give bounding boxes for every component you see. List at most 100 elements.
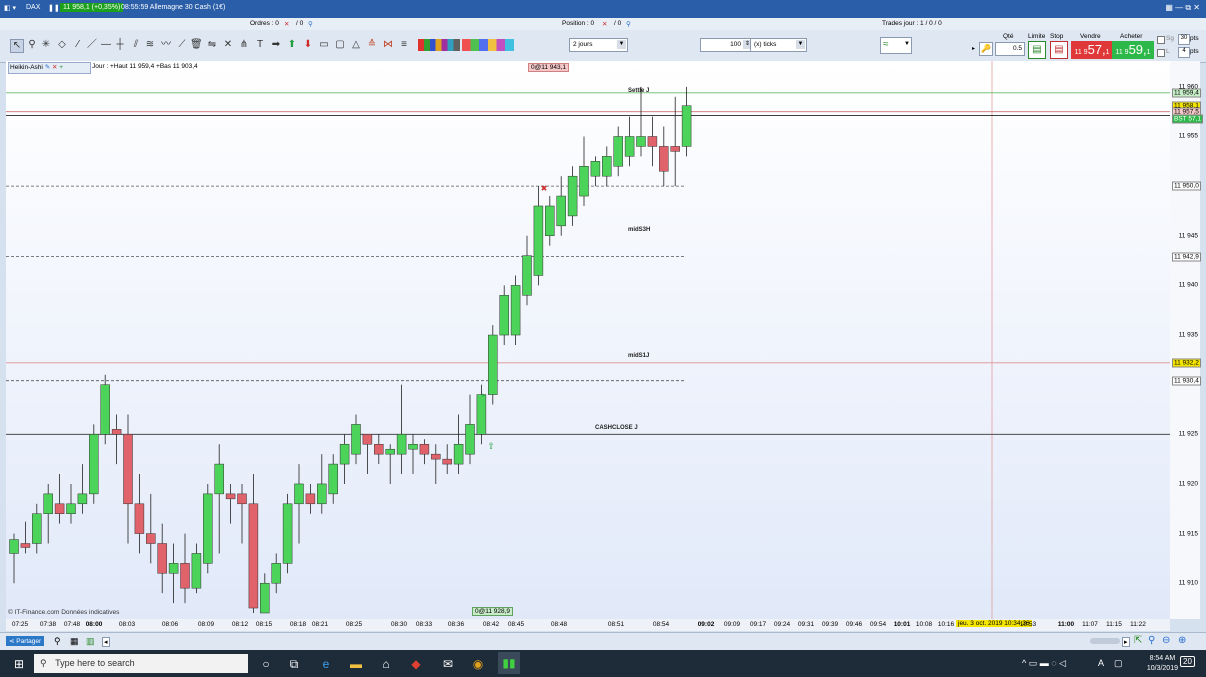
indicator-selector[interactable]: Heikin-Ashi ✎ ✕ + <box>8 62 91 74</box>
l-checkbox[interactable] <box>1157 49 1165 57</box>
edit-icon[interactable]: ✎ <box>45 64 50 71</box>
zoom-fit-icon[interactable]: ⚲ <box>1148 635 1155 646</box>
channel-icon[interactable]: ⫽ <box>130 39 142 51</box>
candle-body <box>43 493 53 514</box>
signal-icon[interactable]: ≙ <box>366 39 378 51</box>
ticks-unit: (x) ticks <box>754 41 777 48</box>
line-icon[interactable]: ⁄ <box>72 39 84 51</box>
arrow-up-icon[interactable]: ⬆ <box>286 39 298 51</box>
arrow-right-icon[interactable]: ➡ <box>270 39 282 51</box>
top-order-marker[interactable]: 0@11 943,1 <box>528 63 570 72</box>
zoom-icon[interactable]: ⚲ <box>26 39 38 51</box>
style-palette[interactable] <box>462 39 514 51</box>
time-axis[interactable]: jeu. 3 oct. 2019 10:34:36 07:25 07:38 07:4… <box>6 619 1170 631</box>
file-explorer-icon[interactable]: ▬ <box>348 656 364 672</box>
add-icon[interactable]: + <box>59 64 63 71</box>
study-icon[interactable]: ≡ <box>398 39 410 51</box>
system-tray-icons[interactable]: ^ ▭ ▬ ◌ ◁ <box>1022 658 1066 669</box>
ticks-stepper[interactable]: 100 ⇕ <box>700 38 754 52</box>
sell-button[interactable]: 11 957,1 <box>1071 41 1113 59</box>
wave-icon[interactable]: 〰 <box>160 39 172 51</box>
trading-app-icon[interactable]: ▮▮ <box>498 652 520 674</box>
remove-icon[interactable]: ✕ <box>52 64 57 71</box>
edge-icon[interactable]: e <box>318 656 334 672</box>
keyboard-icon[interactable]: ▢ <box>1114 658 1123 669</box>
eraser-icon[interactable]: ◇ <box>56 39 68 51</box>
store-icon[interactable]: ⌂ <box>378 656 394 672</box>
chart-type-select[interactable]: ≈ ▼ <box>880 37 912 54</box>
pattern-icon[interactable]: ⋈ <box>382 39 394 51</box>
share-button[interactable]: ⋖ Partager <box>6 636 45 646</box>
orders-close-icon[interactable]: ✕ <box>284 20 289 28</box>
app-icon[interactable]: ◆ <box>408 656 424 672</box>
bottom-bar: ⋖ Partager ⚲ ▦ ▥ ◂ ▸ ⇱ ⚲ ⊖ ⊕ <box>0 632 1206 651</box>
scroll-left-icon[interactable]: ◂ <box>102 637 110 647</box>
search-placeholder: Type here to search <box>55 658 135 668</box>
qty-input[interactable]: 0.5 <box>995 42 1025 56</box>
stop-order-icon[interactable]: ▤ <box>1050 41 1068 59</box>
cortana-icon[interactable]: ○ <box>258 656 274 672</box>
language-indicator[interactable]: A <box>1098 658 1104 668</box>
buy-button[interactable]: 11 959,1 <box>1112 41 1154 59</box>
color-palette[interactable] <box>418 39 460 51</box>
crosshair-icon[interactable]: ✳ <box>40 39 52 51</box>
vline-icon[interactable]: ┼ <box>114 39 126 51</box>
bottom-order-marker[interactable]: 0@11 928,9 <box>472 607 514 616</box>
limit-label: Limite <box>1028 33 1046 40</box>
scroll-right-icon[interactable]: ▸ <box>1122 637 1130 647</box>
settings-icon[interactable]: 🔑 <box>979 42 993 56</box>
cross-icon[interactable]: ✕ <box>222 39 234 51</box>
price-chart[interactable]: ✖ ⇧ ▸ <box>6 61 1170 619</box>
price-axis[interactable]: 11 960 11 955 11 945 11 940 11 935 11 925 11 9… <box>1170 61 1203 619</box>
triangle-icon[interactable]: △ <box>350 39 362 51</box>
search-icon: ⚲ <box>40 658 47 668</box>
scrollbar[interactable] <box>1090 638 1120 644</box>
pause-icon[interactable]: ❚❚ <box>48 4 60 12</box>
position-search-icon[interactable]: ⚲ <box>626 20 631 28</box>
expand-icon[interactable]: ▸ <box>972 45 975 52</box>
l-value[interactable]: 4 <box>1178 47 1190 58</box>
window-menu-icon[interactable]: ◧ ▾ <box>4 4 16 12</box>
trendline-icon[interactable]: ／ <box>86 39 98 51</box>
autoscale-icon[interactable]: ⇱ <box>1134 635 1142 646</box>
trash-icon[interactable]: 🗑 <box>190 39 203 51</box>
mail-icon[interactable]: ✉ <box>440 656 456 672</box>
clock[interactable]: 8:54 AM 10/3/2019 <box>1147 654 1178 674</box>
limit-order-icon[interactable]: ▤ <box>1028 41 1046 59</box>
grid-icon[interactable]: ▦ <box>70 636 79 647</box>
layout-icon[interactable]: ⚲ <box>54 636 61 647</box>
task-view-icon[interactable]: ⧉ <box>286 656 302 672</box>
window-controls[interactable]: ▦ — ⧉ ✕ <box>1165 3 1200 13</box>
box-icon[interactable]: ▢ <box>334 39 346 51</box>
arrow-down-icon[interactable]: ⬇ <box>302 39 314 51</box>
windows-start-icon[interactable]: ⊞ <box>11 656 27 672</box>
x-tick-label: 09:46 <box>845 621 863 628</box>
zoom-out-icon[interactable]: ⊖ <box>1162 635 1170 646</box>
sg-checkbox[interactable] <box>1157 36 1165 44</box>
period-select[interactable]: 2 jours ▼ <box>569 38 628 52</box>
bars-icon[interactable]: ▥ <box>86 636 95 647</box>
text-icon[interactable]: T <box>254 39 266 51</box>
hline-icon[interactable]: — <box>100 39 112 51</box>
share-icon: ⋖ <box>9 638 15 645</box>
orders-search-icon[interactable]: ⚲ <box>308 20 313 28</box>
chrome-icon[interactable]: ◉ <box>470 656 486 672</box>
candle-body <box>488 334 498 395</box>
y-tick-label: 11 935 <box>1178 331 1198 339</box>
ticks-unit-select[interactable]: (x) ticks ▼ <box>750 38 807 52</box>
sg-value[interactable]: 30 <box>1178 34 1190 45</box>
gann-icon[interactable]: ⟋ <box>176 39 188 51</box>
price-badge: 11 958,1 (+0,35%) <box>60 3 124 12</box>
magnet-icon[interactable]: ⇋ <box>206 39 218 51</box>
l-label: L <box>1166 48 1170 55</box>
rectangle-icon[interactable]: ▭ <box>318 39 330 51</box>
candle-body <box>214 463 224 495</box>
position-close-icon[interactable]: ✕ <box>602 20 607 28</box>
fibonacci-icon[interactable]: ≋ <box>144 39 156 51</box>
x-tick-label: 09:09 <box>723 621 741 628</box>
pitchfork-icon[interactable]: ⋔ <box>238 39 250 51</box>
taskbar-search[interactable]: ⚲ Type here to search <box>34 654 248 673</box>
notification-badge[interactable]: 20 <box>1180 656 1195 667</box>
zoom-in-icon[interactable]: ⊕ <box>1178 635 1186 646</box>
cursor-icon[interactable]: ↖ <box>10 39 24 53</box>
